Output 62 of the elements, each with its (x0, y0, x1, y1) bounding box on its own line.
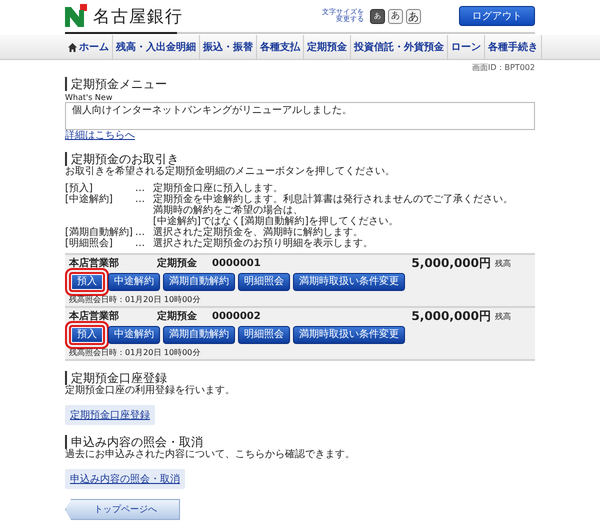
legend-separator: … (135, 238, 146, 249)
balance-label: 残高 (495, 311, 511, 323)
bank-name: 名古屋銀行 (93, 6, 183, 28)
deposit-action-button[interactable]: 満期時取扱い条件変更 (293, 326, 405, 344)
deposit-action-button[interactable]: 中途解約 (108, 273, 160, 291)
deposit-action-button[interactable]: 明細照会 (238, 273, 290, 291)
balance-amount: 5,000,000円 (411, 310, 491, 323)
balance-amount: 5,000,000円 (411, 257, 491, 270)
balance-label: 残高 (495, 258, 511, 270)
news-message: 個人向けインターネットバンキングがリニューアルしました。 (65, 102, 535, 130)
bank-logo-icon (65, 4, 87, 28)
section-description: 定期預金口座の利用登録を行います。 (65, 385, 236, 397)
legend-separator: … (135, 194, 146, 207)
font-size-button[interactable]: あ (388, 8, 403, 24)
account-number: 0000002 (212, 310, 261, 323)
legend-description: 選択された定期預金のお預り明細を表示します。 (153, 238, 373, 249)
deposit-action-button[interactable]: 中途解約 (108, 326, 160, 344)
section-link-button[interactable]: 申込み内容の照会・取消 (65, 469, 185, 489)
nav-tab[interactable]: 定期預金 (304, 35, 351, 59)
legend-description: 満期時の解約をご希望の場合は、 (153, 205, 303, 216)
nav-tab[interactable]: 振込・振替 (200, 35, 257, 59)
whats-new-label: What's New (65, 93, 114, 102)
balance-timestamp: 残高照会日時：01月20日 10時00分 (69, 348, 202, 358)
deposit-action-button[interactable]: 満期自動解約 (163, 273, 235, 291)
legend-term: [中途解約] (65, 194, 114, 207)
legend-term: [明細照会] (65, 238, 114, 249)
branch-name: 本店営業部 (69, 310, 120, 323)
details-link[interactable]: 詳細はこちらへ (65, 130, 135, 141)
nav-tab[interactable]: 投資信託・外貨預金 (351, 35, 448, 59)
branch-name: 本店営業部 (69, 257, 120, 270)
legend-term: [満期自動解約] (65, 227, 134, 238)
page-title: 定期預金メニュー (65, 77, 535, 91)
legend-separator: … (135, 227, 146, 238)
deposit-action-button[interactable]: 満期自動解約 (163, 326, 235, 344)
logout-button[interactable]: ログアウト (459, 6, 535, 26)
legend-description: 定期預金を中途解約します。利息計算書は発行されませんのでご了承ください。 (153, 194, 513, 205)
section-link-button[interactable]: 定期預金口座登録 (65, 405, 155, 425)
nav-tab[interactable]: 残高・入出金明細 (113, 35, 200, 59)
deposit-action-button[interactable]: 満期時取扱い条件変更 (293, 273, 405, 291)
top-page-button[interactable]: トップページへ (65, 499, 180, 520)
font-size-button[interactable]: あ (406, 8, 421, 24)
section-title: 定期預金のお取引き (65, 152, 535, 166)
legend-description: 定期預金口座に預入します。 (153, 183, 283, 194)
section-title: 申込み内容の照会・取消 (65, 435, 535, 449)
deposit-action-button[interactable]: 明細照会 (238, 326, 290, 344)
section-description: お取引きを希望される定期預金明細のメニューボタンを押してください。 (65, 166, 396, 178)
legend-separator: … (135, 183, 146, 194)
nav-tab[interactable]: ホーム (65, 35, 113, 59)
nav-tab[interactable]: ローン (448, 35, 485, 59)
nav-tab[interactable]: 各種支払 (257, 35, 304, 59)
section-title: 定期預金口座登録 (65, 371, 535, 385)
balance-timestamp: 残高照会日時：01月20日 10時00分 (69, 295, 202, 305)
home-icon (68, 42, 77, 52)
account-type: 定期預金 (157, 310, 198, 323)
legend-description: 選択された定期預金を、満期時に解約します。 (153, 227, 363, 238)
legend-term: [預入] (65, 183, 94, 194)
account-type: 定期預金 (157, 257, 198, 270)
nav-tab[interactable]: 各種手続き (485, 35, 542, 59)
section-description: 過去にお申込みされた内容について、こちらから確認できます。 (65, 449, 356, 461)
account-number: 0000001 (212, 257, 261, 270)
screen-id: 画面ID：BPT002 (471, 62, 535, 73)
legend-description: [中途解約]ではなく[満期自動解約]を押してください。 (153, 216, 399, 227)
